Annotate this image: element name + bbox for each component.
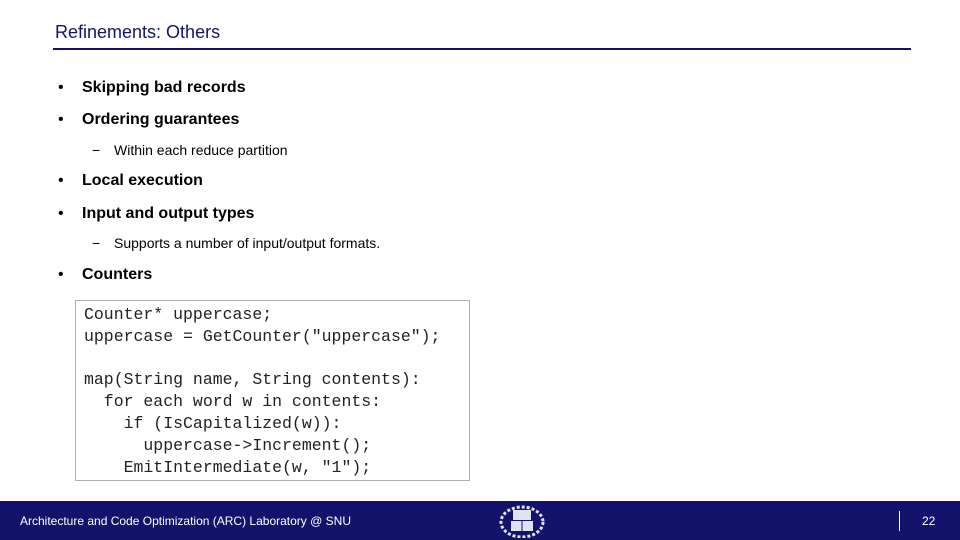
- bullet-marker: •: [58, 266, 64, 283]
- sub-bullet-marker: −: [92, 235, 101, 251]
- footer-bar: Architecture and Code Optimization (ARC)…: [0, 501, 960, 540]
- bullet-marker: •: [58, 111, 64, 128]
- sub-bullet-reduce-partition: Within each reduce partition: [114, 142, 288, 158]
- bullet-marker: •: [58, 79, 64, 96]
- sub-bullet-formats: Supports a number of input/output format…: [114, 235, 381, 251]
- bullet-local-execution: Local execution: [82, 172, 203, 189]
- bullet-marker: •: [58, 172, 64, 189]
- page-number: 22: [922, 514, 936, 528]
- code-snippet: Counter* uppercase; uppercase = GetCount…: [75, 300, 470, 481]
- bullet-counters: Counters: [82, 266, 153, 283]
- slide-title: Refinements: Others: [55, 22, 221, 42]
- title-divider: [53, 48, 911, 50]
- sub-bullet-marker: −: [92, 142, 101, 158]
- footer-separator: [899, 511, 900, 531]
- code-text: Counter* uppercase; uppercase = GetCount…: [84, 305, 441, 477]
- bullet-ordering-guarantees: Ordering guarantees: [82, 111, 240, 128]
- footer-lab-name: Architecture and Code Optimization (ARC)…: [20, 514, 351, 528]
- bullet-marker: •: [58, 205, 64, 222]
- bullet-input-output-types: Input and output types: [82, 205, 255, 222]
- snu-emblem-icon: [499, 505, 545, 538]
- bullet-skipping-bad-records: Skipping bad records: [82, 79, 246, 96]
